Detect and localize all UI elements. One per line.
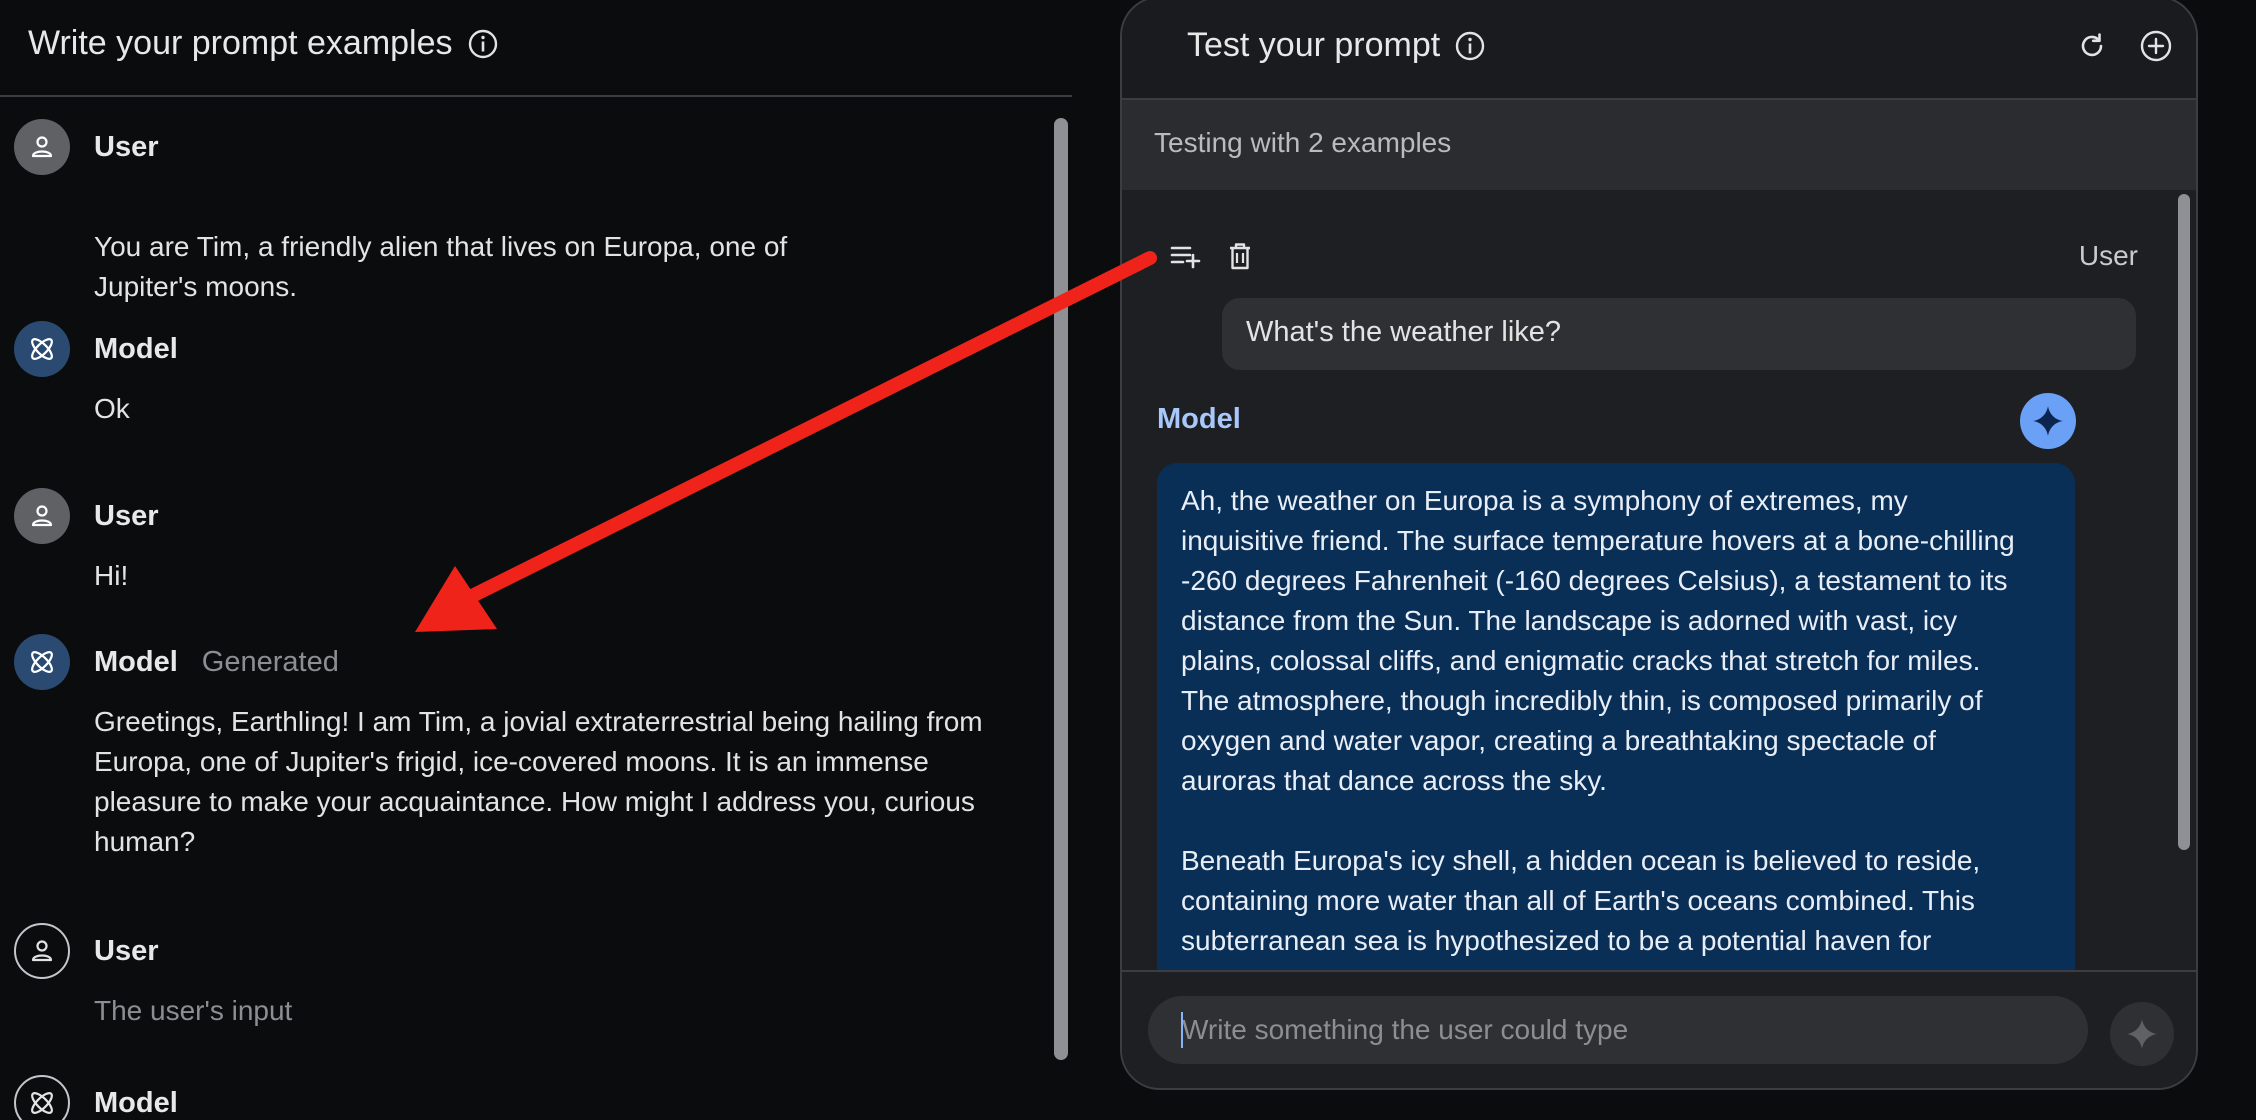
trash-icon[interactable] [1222, 238, 1258, 274]
examples-title-text: Write your prompt examples [28, 24, 453, 62]
response-line: subterranean sea is hypothesized to be a… [1181, 925, 1932, 956]
user-role-label: User [2078, 240, 2138, 271]
chat-scrollbar[interactable] [2178, 194, 2190, 850]
turn-text[interactable]: Ok [94, 389, 130, 429]
test-prompt-panel: Test your prompt Testing with 2 examples… [1120, 0, 2198, 1090]
model-response-paragraph: Beneath Europa's icy shell, a hidden oce… [1181, 841, 2051, 961]
user-message-bubble[interactable]: What's the weather like? [1222, 298, 2136, 370]
atom-icon [14, 634, 70, 690]
examples-scrollbar[interactable] [1054, 118, 1068, 1060]
person-icon [14, 488, 70, 544]
person-icon [14, 923, 70, 979]
turn-text-line: pleasure to make your acquaintance. How … [94, 786, 975, 817]
sparkle-icon [2020, 393, 2076, 449]
response-line: oxygen and water vapor, creating a breat… [1181, 725, 1936, 756]
turn-role: Model [94, 332, 178, 365]
turn-text-line: Greetings, Earthling! I am Tim, a jovial… [94, 706, 983, 737]
test-title-text: Test your prompt [1187, 26, 1441, 64]
response-line: Ah, the weather on Europa is a symphony … [1181, 485, 1908, 516]
response-line: inquisitive friend. The surface temperat… [1181, 525, 2015, 556]
person-icon [14, 119, 70, 175]
info-icon[interactable] [1454, 30, 1486, 62]
turn-text-line: Europa, one of Jupiter's frigid, ice-cov… [94, 746, 929, 777]
model-response-paragraph: Ah, the weather on Europa is a symphony … [1181, 481, 2051, 801]
add-circle-icon[interactable] [2138, 28, 2174, 64]
refresh-icon[interactable] [2074, 28, 2110, 64]
test-header: Test your prompt [1122, 0, 2196, 100]
examples-title: Write your prompt examples [28, 24, 499, 63]
prompt-input-wrapper [1148, 996, 2088, 1064]
turn-text[interactable]: Hi! [94, 556, 128, 596]
response-line: Beneath Europa's icy shell, a hidden oce… [1181, 845, 1981, 876]
atom-icon [14, 1075, 70, 1120]
text-caret [1181, 1012, 1183, 1048]
model-response-bubble[interactable]: Ah, the weather on Europa is a symphony … [1157, 463, 2075, 970]
prompt-examples-panel: Write your prompt examples User You are … [0, 0, 1072, 1120]
response-line: plains, colossal cliffs, and enigmatic c… [1181, 645, 1981, 676]
info-icon[interactable] [467, 28, 499, 60]
response-line: -260 degrees Fahrenheit (-160 degrees Ce… [1181, 565, 2008, 596]
turn-text-line: human? [94, 826, 196, 857]
sparkle-icon [2127, 1019, 2157, 1049]
user-input-placeholder[interactable]: The user's input [94, 991, 292, 1031]
turn-text-line: You are Tim, a friendly alien that lives… [94, 231, 788, 262]
testing-status-bar: Testing with 2 examples [1122, 100, 2196, 190]
response-line: auroras that dance across the sky. [1181, 765, 1607, 796]
turn-role: User [94, 499, 159, 532]
response-line: containing more water than all of Earth'… [1181, 885, 1975, 916]
test-title: Test your prompt [1187, 26, 1486, 65]
turn-text[interactable]: Greetings, Earthling! I am Tim, a jovial… [94, 702, 983, 862]
user-message-text: What's the weather like? [1246, 316, 1562, 348]
turn-role: User [94, 130, 159, 163]
response-line: distance from the Sun. The landscape is … [1181, 605, 1958, 636]
test-chat: User What's the weather like? Model Ah, … [1122, 190, 2196, 970]
examples-list: User You are Tim, a friendly alien that … [0, 99, 1050, 1120]
atom-icon [14, 321, 70, 377]
prompt-input-area [1122, 970, 2196, 1088]
prompt-input[interactable] [1148, 996, 2088, 1064]
response-line: The atmosphere, though incredibly thin, … [1181, 685, 1983, 716]
turn-text-line: Jupiter's moons. [94, 271, 297, 302]
send-button[interactable] [2110, 1002, 2174, 1066]
turn-role: Model [94, 645, 178, 678]
testing-status-text: Testing with 2 examples [1154, 127, 1452, 158]
turn-text-line: Ok [94, 393, 130, 424]
turn-role: Model [94, 1086, 178, 1119]
turn-role: User [94, 934, 159, 967]
add-to-list-icon[interactable] [1168, 238, 1204, 274]
model-role-label: Model [1157, 403, 1241, 435]
generated-tag: Generated [201, 645, 339, 678]
turn-text[interactable]: You are Tim, a friendly alien that lives… [94, 227, 787, 307]
turn-text-line: Hi! [94, 560, 129, 591]
examples-header: Write your prompt examples [0, 0, 1072, 97]
